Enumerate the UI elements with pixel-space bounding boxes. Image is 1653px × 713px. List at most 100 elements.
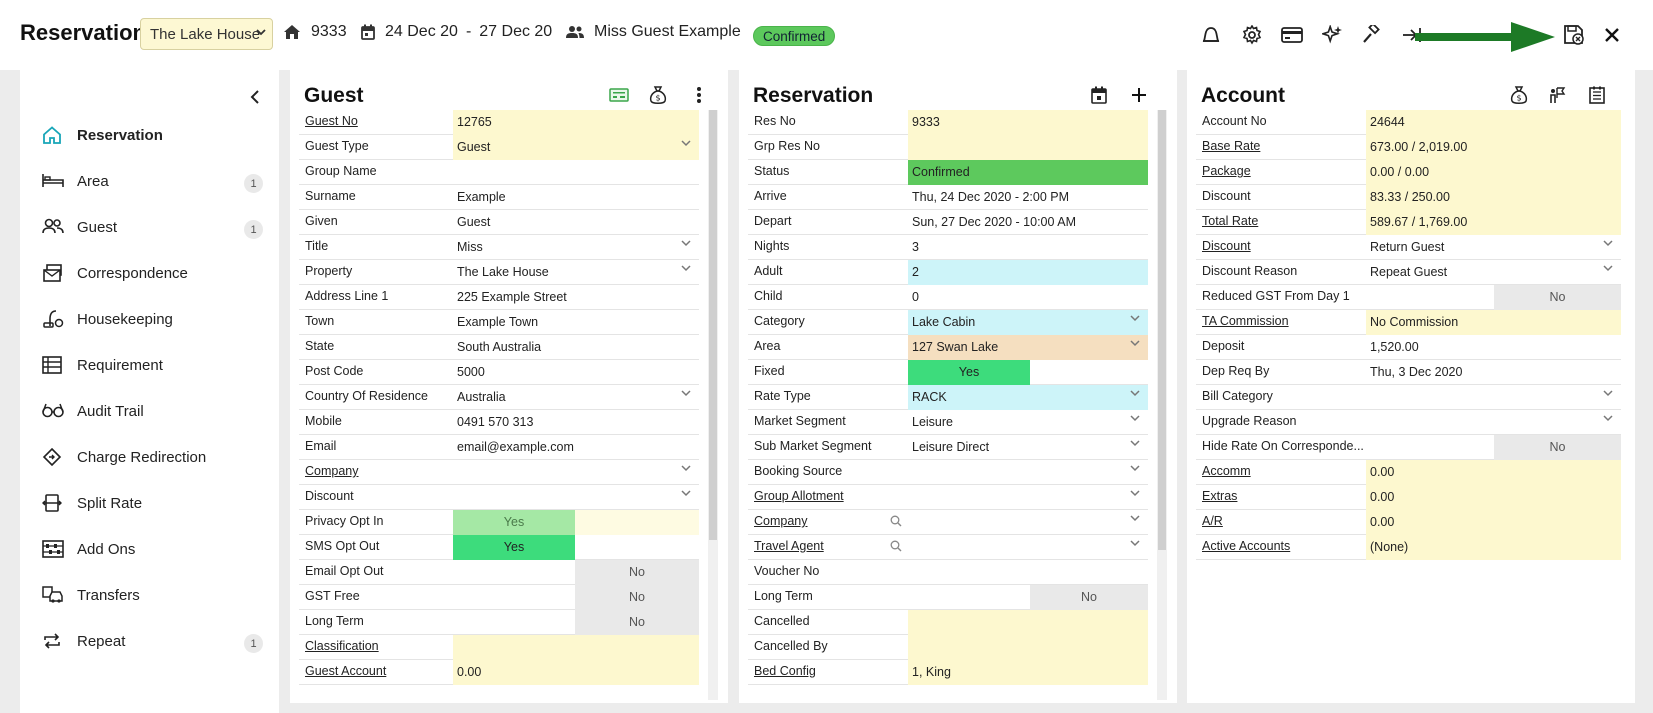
chevron-down-icon[interactable]	[1130, 538, 1140, 550]
field-value[interactable]: Sun, 27 Dec 2020 - 10:00 AM	[908, 210, 1148, 235]
field-label[interactable]: TA Commission	[1202, 314, 1289, 328]
field-value[interactable]: 673.00 / 2,019.00	[1366, 135, 1621, 160]
field-value[interactable]: 24644	[1366, 110, 1621, 135]
field-value[interactable]	[908, 635, 1148, 660]
field-value[interactable]: 1,520.00	[1366, 335, 1621, 360]
field-label[interactable]: Group Allotment	[754, 489, 844, 503]
chevron-down-icon[interactable]	[1130, 338, 1140, 350]
chevron-down-icon[interactable]	[1130, 513, 1140, 525]
gavel-icon[interactable]	[1361, 24, 1383, 46]
field-value[interactable]: Yes	[453, 510, 575, 535]
chevron-down-icon[interactable]	[681, 488, 691, 500]
field-value[interactable]	[908, 485, 1148, 510]
field-value[interactable]: 2	[908, 260, 1148, 285]
field-label[interactable]: Active Accounts	[1202, 539, 1290, 553]
field-value[interactable]: The Lake House	[453, 260, 699, 285]
field-value[interactable]: No	[1494, 285, 1621, 310]
calendar-icon[interactable]	[1088, 84, 1110, 106]
field-value[interactable]	[453, 160, 699, 185]
bell-icon[interactable]	[1200, 24, 1222, 46]
field-value[interactable]: 225 Example Street	[453, 285, 699, 310]
field-label[interactable]: Company	[305, 464, 359, 478]
field-value[interactable]: No	[575, 610, 699, 635]
field-value[interactable]: No	[575, 560, 699, 585]
sidebar-item-charge-redirection[interactable]: Charge Redirection	[20, 438, 279, 478]
field-label[interactable]: Travel Agent	[754, 539, 824, 553]
field-value[interactable]: Example	[453, 185, 699, 210]
chevron-down-icon[interactable]	[681, 463, 691, 475]
field-label[interactable]: Guest No	[305, 114, 358, 128]
field-value[interactable]	[908, 560, 1148, 585]
field-value[interactable]	[453, 635, 699, 660]
close-icon[interactable]	[1601, 24, 1623, 46]
sparkle-star-icon[interactable]	[1321, 24, 1343, 46]
field-label[interactable]: Package	[1202, 164, 1251, 178]
plus-icon[interactable]	[1128, 84, 1150, 106]
field-value[interactable]: Repeat Guest	[1366, 260, 1621, 285]
scroll-thumb[interactable]	[1158, 110, 1166, 550]
field-value[interactable]	[908, 460, 1148, 485]
sidebar-item-repeat[interactable]: Repeat 1	[20, 622, 279, 662]
chevron-down-icon[interactable]	[1130, 388, 1140, 400]
field-value[interactable]: 1, King	[908, 660, 1148, 685]
chevron-down-icon[interactable]	[1603, 388, 1613, 400]
chevron-down-icon[interactable]	[1130, 413, 1140, 425]
field-value[interactable]: Lake Cabin	[908, 310, 1148, 335]
field-value[interactable]: No	[575, 585, 699, 610]
field-value[interactable]: 0.00	[1366, 460, 1621, 485]
chevron-down-icon[interactable]	[1603, 238, 1613, 250]
chevron-down-icon[interactable]	[681, 238, 691, 250]
field-value[interactable]: 0491 570 313	[453, 410, 699, 435]
field-value[interactable]	[908, 510, 1148, 535]
field-value[interactable]	[453, 460, 699, 485]
field-value[interactable]: Confirmed	[908, 160, 1148, 185]
field-value[interactable]	[1366, 385, 1621, 410]
field-label[interactable]: A/R	[1202, 514, 1223, 528]
sidebar-item-split-rate[interactable]: Split Rate	[20, 484, 279, 524]
more-vertical-icon[interactable]	[688, 84, 710, 106]
field-value[interactable]: 5000	[453, 360, 699, 385]
field-label[interactable]: Total Rate	[1202, 214, 1258, 228]
scroll-thumb[interactable]	[709, 110, 717, 540]
guest-scrollbar[interactable]	[708, 110, 718, 700]
money-bag-icon[interactable]: $	[647, 84, 669, 106]
field-label[interactable]: Bed Config	[754, 664, 816, 678]
field-value[interactable]: Thu, 3 Dec 2020	[1366, 360, 1621, 385]
field-value[interactable]	[453, 485, 699, 510]
sidebar-item-requirement[interactable]: Requirement	[20, 346, 279, 386]
id-card-icon[interactable]	[608, 84, 630, 106]
field-value[interactable]: 0.00	[453, 660, 699, 685]
field-value[interactable]: 589.67 / 1,769.00	[1366, 210, 1621, 235]
field-value[interactable]: 3	[908, 235, 1148, 260]
collapse-sidebar-chevron-icon[interactable]	[246, 88, 264, 106]
field-label[interactable]: Discount	[1202, 239, 1251, 253]
field-value[interactable]: (None)	[1366, 535, 1621, 560]
field-value[interactable]: Guest	[453, 135, 699, 160]
field-value[interactable]: Leisure	[908, 410, 1148, 435]
field-value[interactable]: Australia	[453, 385, 699, 410]
field-value[interactable]: Yes	[908, 360, 1030, 385]
chevron-down-icon[interactable]	[1130, 438, 1140, 450]
sidebar-item-add-ons[interactable]: Add Ons	[20, 530, 279, 570]
field-value[interactable]: 0.00 / 0.00	[1366, 160, 1621, 185]
sidebar-item-transfers[interactable]: Transfers	[20, 576, 279, 616]
property-select[interactable]: The Lake House	[140, 18, 273, 50]
field-value[interactable]: 0.00	[1366, 485, 1621, 510]
reservation-scrollbar[interactable]	[1157, 110, 1167, 700]
field-value[interactable]: No Commission	[1366, 310, 1621, 335]
field-value[interactable]: 127 Swan Lake	[908, 335, 1148, 360]
field-value[interactable]: Leisure Direct	[908, 435, 1148, 460]
field-label[interactable]: Company	[754, 514, 808, 528]
field-value[interactable]: 0	[908, 285, 1148, 310]
save-close-icon[interactable]	[1563, 24, 1585, 46]
sidebar-item-correspondence[interactable]: Correspondence	[20, 254, 279, 294]
field-value[interactable]: Miss	[453, 235, 699, 260]
field-value[interactable]	[908, 535, 1148, 560]
money-bag-icon[interactable]: $	[1508, 84, 1530, 106]
sidebar-item-guest[interactable]: Guest 1	[20, 208, 279, 248]
chevron-down-icon[interactable]	[1603, 413, 1613, 425]
field-label[interactable]: Extras	[1202, 489, 1237, 503]
chevron-down-icon[interactable]	[681, 138, 691, 150]
field-value[interactable]: 12765	[453, 110, 699, 135]
field-value[interactable]: South Australia	[453, 335, 699, 360]
